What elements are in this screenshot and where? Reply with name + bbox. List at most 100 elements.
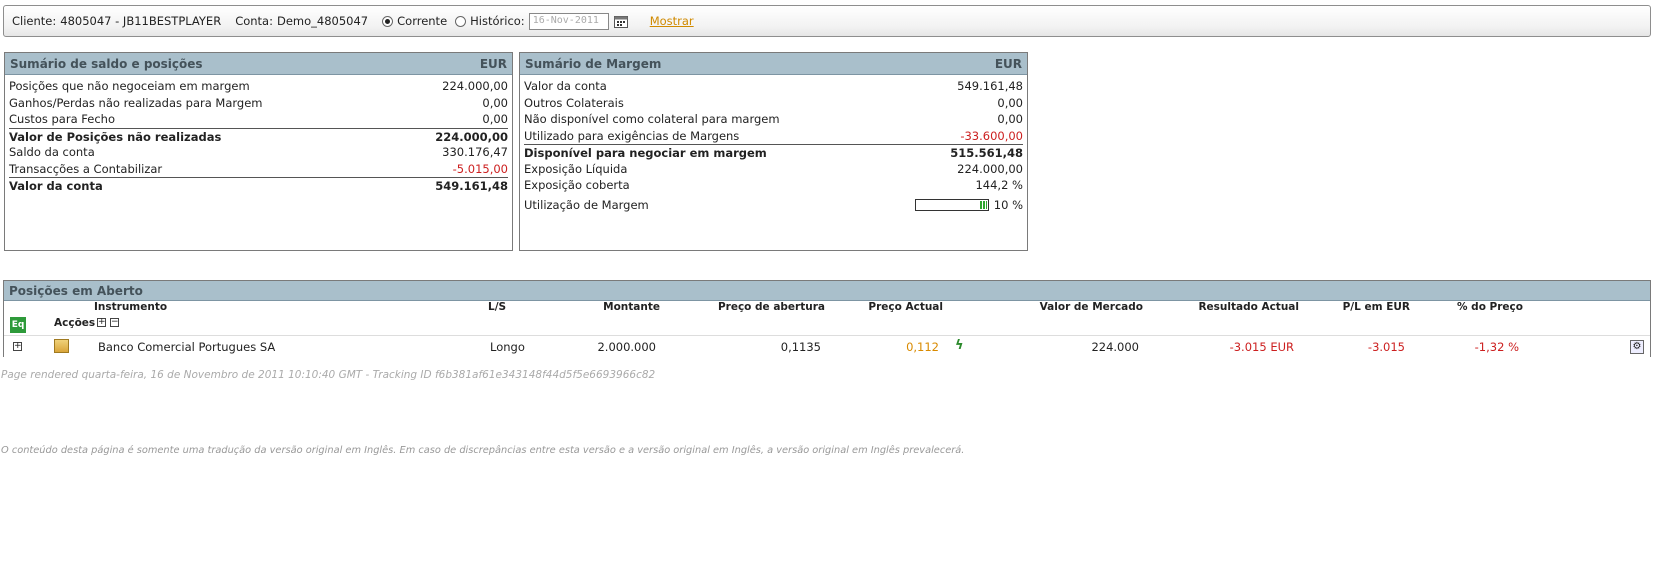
current-radio[interactable] <box>382 15 394 27</box>
col-current-price[interactable]: Preço Actual <box>868 301 943 313</box>
margin-row-value: 0,00 <box>997 112 1023 126</box>
balance-row: Transacções a Contabilizar -5.015,00 <box>9 161 508 178</box>
history-radio[interactable] <box>455 15 467 27</box>
expand-row-icon[interactable]: + <box>13 342 22 351</box>
page-rendered-info: Page rendered quarta-feira, 16 de Novemb… <box>1 369 656 381</box>
open-positions-title: Posições em Aberto <box>4 281 1650 301</box>
balance-row-label: Transacções a Contabilizar <box>9 161 163 176</box>
margin-row-label: Disponível para negociar em margem <box>524 146 767 160</box>
positions-column-headers: Instrumento L/S Montante Preço de abertu… <box>4 301 1650 314</box>
margin-row-value: -33.600,00 <box>960 128 1023 143</box>
position-ls: Longo <box>490 340 525 354</box>
margin-row: Exposição coberta 144,2 % <box>524 177 1023 194</box>
balance-row: Ganhos/Perdas não realizadas para Margem… <box>9 95 508 112</box>
balance-row-label: Posições que não negoceiam em margem <box>9 79 250 93</box>
margin-row-value: 549.161,48 <box>957 79 1023 93</box>
margin-row: Outros Colaterais 0,00 <box>524 95 1023 112</box>
position-pl-eur: -3.015 <box>1367 340 1405 354</box>
margin-summary-panel: Sumário de Margem EUR Valor da conta 549.… <box>519 52 1028 251</box>
position-open-price: 0,1135 <box>780 340 821 354</box>
margin-row: Não disponível como colateral para marge… <box>524 111 1023 128</box>
account-value: Demo_4805047 <box>276 14 369 28</box>
margin-row-value: 224.000,00 <box>957 161 1023 176</box>
margin-utilization-value: 10 % <box>993 197 1023 212</box>
balance-row-label: Saldo da conta <box>9 145 95 159</box>
col-pct-price[interactable]: % do Preço <box>1457 301 1523 313</box>
margin-row-label: Não disponível como colateral para marge… <box>524 112 780 126</box>
margin-utilization-bar <box>914 198 989 211</box>
col-open-price[interactable]: Preço de abertura <box>718 301 825 313</box>
col-amount[interactable]: Montante <box>603 301 660 313</box>
margin-currency: EUR <box>994 56 1022 71</box>
margin-row-value: 515.561,48 <box>950 146 1023 160</box>
col-instrument[interactable]: Instrumento <box>94 301 167 313</box>
balance-row-total: Valor da conta 549.161,48 <box>9 177 508 194</box>
col-pl-eur[interactable]: P/L em EUR <box>1343 301 1410 313</box>
client-label: Cliente: <box>12 14 57 28</box>
margin-utilization-gauge: 10 % <box>914 194 1023 216</box>
margin-summary-header: Sumário de Margem EUR <box>520 53 1027 75</box>
margin-summary-title: Sumário de Margem <box>525 56 662 71</box>
balance-row: Saldo da conta 330.176,47 <box>9 144 508 161</box>
equity-icon: Eq <box>10 317 26 333</box>
expand-all-icon[interactable]: + <box>97 318 106 327</box>
balance-row-label: Valor de Posições não realizadas <box>9 129 222 144</box>
balance-row: Posições que não negoceiam em margem 224.… <box>9 78 508 95</box>
chart-icon[interactable] <box>54 339 69 353</box>
position-row[interactable]: + Banco Comercial Portugues SA Longo 2.0… <box>4 336 1650 358</box>
position-instrument[interactable]: Banco Comercial Portugues SA <box>98 340 275 354</box>
show-link[interactable]: Mostrar <box>650 14 694 28</box>
position-current-price: 0,112 <box>906 340 939 354</box>
balance-currency: EUR <box>479 56 507 71</box>
balance-summary-title: Sumário de saldo e posições <box>10 56 203 71</box>
account-label: Conta: <box>235 14 273 28</box>
client-value: 4805047 - JB11BESTPLAYER <box>60 14 222 28</box>
col-result[interactable]: Resultado Actual <box>1198 301 1299 313</box>
balance-row-label: Ganhos/Perdas não realizadas para Margem <box>9 95 263 110</box>
collapse-all-icon[interactable]: − <box>110 318 119 327</box>
position-result: -3.015 EUR <box>1229 340 1294 354</box>
margin-row-total: Disponível para negociar em margem 515.56… <box>524 144 1023 161</box>
position-pct-price: -1,32 % <box>1474 340 1519 354</box>
balance-row-value: 0,00 <box>482 112 508 126</box>
balance-row-total: Valor de Posições não realizadas 224.000,… <box>9 127 508 145</box>
balance-row-value: 330.176,47 <box>442 145 508 159</box>
margin-row-label: Utilizado para exigências de Margens <box>524 128 740 143</box>
balance-row-value: -5.015,00 <box>452 161 508 176</box>
balance-row-value: 549.161,48 <box>435 179 508 193</box>
balance-row-value: 224.000,00 <box>442 79 508 93</box>
actions-row: Eq Acções + − <box>4 314 1650 336</box>
balance-row-value: 0,00 <box>482 95 508 110</box>
translation-disclaimer: O conteúdo desta página é somente uma tr… <box>1 445 965 456</box>
margin-row-value: 144,2 % <box>975 178 1023 192</box>
col-ls[interactable]: L/S <box>488 301 506 313</box>
margin-row: Valor da conta 549.161,48 <box>524 78 1023 95</box>
margin-row-label: Valor da conta <box>524 79 607 93</box>
balance-row: Custos para Fecho 0,00 <box>9 111 508 128</box>
history-radio-label[interactable]: Histórico: <box>470 14 525 28</box>
position-market-value: 224.000 <box>1091 340 1139 354</box>
history-date-input[interactable]: 16-Nov-2011 <box>528 12 609 30</box>
col-market-value[interactable]: Valor de Mercado <box>1040 301 1143 313</box>
position-settings-icon[interactable]: ⚙ <box>1630 340 1644 354</box>
actions-label: Acções <box>54 317 96 329</box>
margin-row-label: Utilização de Margem <box>524 197 649 212</box>
balance-row-label: Valor da conta <box>9 179 103 193</box>
account-toolbar: Cliente: 4805047 - JB11BESTPLAYER Conta:… <box>3 5 1651 37</box>
margin-row-label: Exposição coberta <box>524 178 630 192</box>
margin-row-value: 0,00 <box>997 95 1023 110</box>
price-update-icon: ϟ <box>955 338 964 353</box>
balance-summary-panel: Sumário de saldo e posições EUR Posições… <box>4 52 513 251</box>
margin-row: Exposição Líquida 224.000,00 <box>524 161 1023 178</box>
margin-row-label: Exposição Líquida <box>524 161 628 176</box>
margin-row-label: Outros Colaterais <box>524 95 624 110</box>
balance-row-label: Custos para Fecho <box>9 112 115 126</box>
margin-utilization-fill <box>979 200 987 209</box>
position-amount: 2.000.000 <box>597 340 656 354</box>
balance-summary-header: Sumário de saldo e posições EUR <box>5 53 512 75</box>
margin-utilization-row: Utilização de Margem 10 % <box>524 194 1023 216</box>
margin-row: Utilizado para exigências de Margens -33.… <box>524 128 1023 145</box>
calendar-icon[interactable] <box>613 15 628 28</box>
open-positions-panel: Posições em Aberto Instrumento L/S Monta… <box>3 280 1651 358</box>
current-radio-label[interactable]: Corrente <box>397 14 447 28</box>
